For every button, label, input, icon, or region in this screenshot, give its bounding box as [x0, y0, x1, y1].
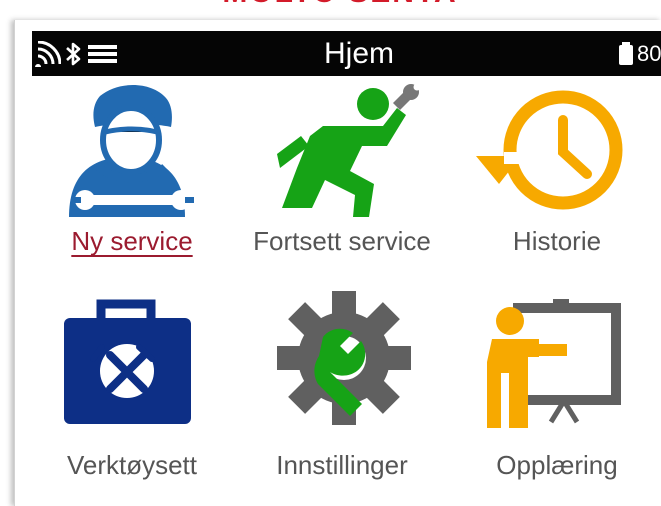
new-service-label[interactable]: Ny service: [17, 226, 247, 257]
settings-gear-icon: [277, 291, 411, 425]
training-label[interactable]: Opplæring: [442, 450, 661, 481]
battery-level: 80%: [637, 41, 661, 66]
wireless-icon: [35, 41, 61, 67]
history-label[interactable]: Historie: [442, 226, 661, 257]
menu-icon[interactable]: [87, 41, 118, 67]
history-tile[interactable]: Historie: [452, 82, 661, 262]
new-service-tile[interactable]: Ny service: [27, 82, 237, 262]
screen-title: Hjem: [323, 37, 394, 70]
technician-wrench-icon: [69, 84, 194, 217]
training-tile[interactable]: Opplæring: [452, 290, 661, 480]
toolbox-icon: [64, 299, 191, 424]
top-cropped-title: MOLTO SENTA: [180, 0, 500, 10]
battery-icon: [619, 42, 633, 65]
history-clock-icon: [476, 90, 623, 210]
home-screen: MOLTO SENTA Hjem 80%: [0, 0, 661, 506]
toolkit-tile[interactable]: Verktøysett: [27, 290, 237, 480]
device-screen: Hjem 80% Ny service: [14, 20, 661, 506]
running-mechanic-icon: [277, 83, 421, 217]
settings-label[interactable]: Innstillinger: [227, 450, 457, 481]
status-bar: Hjem 80%: [32, 31, 661, 76]
bluetooth-icon: [66, 42, 81, 66]
toolkit-label[interactable]: Verktøysett: [17, 450, 247, 481]
training-presentation-icon: [487, 299, 621, 428]
continue-service-label[interactable]: Fortsett service: [227, 226, 457, 257]
settings-tile[interactable]: Innstillinger: [237, 290, 447, 480]
continue-service-tile[interactable]: Fortsett service: [237, 82, 447, 262]
